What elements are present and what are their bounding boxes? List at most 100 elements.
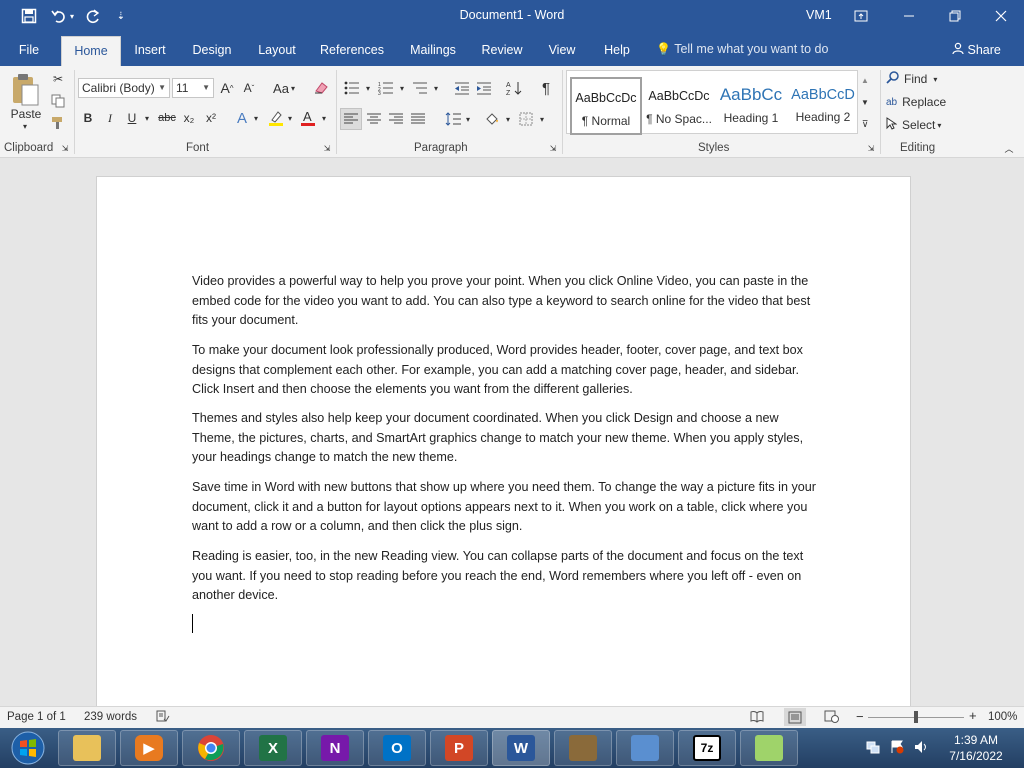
borders-icon[interactable] bbox=[516, 108, 536, 130]
sort-icon[interactable]: AZ bbox=[504, 78, 524, 98]
chevron-down-icon[interactable]: ▾ bbox=[398, 78, 406, 98]
zoom-slider-thumb[interactable] bbox=[914, 711, 918, 723]
print-layout-icon[interactable] bbox=[784, 708, 806, 726]
style-no-spacing[interactable]: AaBbCcDc ¶ No Spac... bbox=[643, 77, 715, 135]
tab-mailings[interactable]: Mailings bbox=[404, 36, 462, 66]
page-count[interactable]: Page 1 of 1 bbox=[7, 711, 66, 723]
paste-icon[interactable] bbox=[8, 72, 42, 108]
zoom-in-icon[interactable]: + bbox=[969, 708, 977, 723]
network-icon[interactable] bbox=[866, 740, 880, 757]
word-count[interactable]: 239 words bbox=[84, 711, 137, 723]
align-right-icon[interactable] bbox=[386, 108, 406, 130]
align-center-icon[interactable] bbox=[364, 108, 384, 130]
chevron-down-icon[interactable]: ▾ bbox=[432, 78, 440, 98]
minimize-icon[interactable] bbox=[886, 0, 932, 32]
tab-view[interactable]: View bbox=[542, 36, 582, 66]
align-left-icon[interactable] bbox=[340, 108, 362, 130]
chevron-down-icon[interactable]: ▾ bbox=[252, 108, 260, 128]
chevron-down-icon[interactable]: ▾ bbox=[364, 78, 372, 98]
change-case-button[interactable]: Aa ▾ bbox=[268, 78, 300, 98]
paragraph[interactable]: Themes and styles also help keep your do… bbox=[192, 409, 822, 468]
font-launcher-icon[interactable]: ⇲ bbox=[322, 142, 332, 154]
line-spacing-icon[interactable] bbox=[442, 108, 464, 130]
format-painter-icon[interactable] bbox=[50, 114, 66, 132]
subscript-button[interactable]: x₂ bbox=[180, 108, 198, 128]
tab-references[interactable]: References bbox=[318, 36, 386, 66]
web-layout-icon[interactable] bbox=[824, 710, 839, 726]
strikethrough-button[interactable]: abc bbox=[156, 108, 178, 128]
chevron-down-icon[interactable]: ▾ bbox=[286, 108, 294, 128]
font-size-combo[interactable]: 11 ▼ bbox=[172, 78, 214, 98]
show-formatting-icon[interactable]: ¶ bbox=[536, 78, 556, 98]
document-page[interactable]: Video provides a powerful way to help yo… bbox=[96, 176, 911, 716]
numbering-icon[interactable]: 123 bbox=[376, 78, 396, 98]
taskbar-toolbox[interactable] bbox=[554, 730, 612, 766]
chevron-down-icon[interactable]: ▾ bbox=[504, 108, 512, 130]
justify-icon[interactable] bbox=[408, 108, 428, 130]
shading-icon[interactable] bbox=[482, 108, 502, 130]
restore-icon[interactable] bbox=[932, 0, 978, 32]
share-button[interactable]: Share bbox=[952, 42, 1001, 57]
taskbar-powerpoint[interactable]: P bbox=[430, 730, 488, 766]
tab-home[interactable]: Home bbox=[61, 36, 121, 66]
copy-icon[interactable] bbox=[50, 92, 66, 110]
paragraph-launcher-icon[interactable]: ⇲ bbox=[548, 142, 558, 154]
font-name-combo[interactable]: Calibri (Body) ▼ bbox=[78, 78, 170, 98]
chevron-down-icon[interactable]: ▾ bbox=[464, 108, 472, 130]
highlight-icon[interactable] bbox=[266, 108, 286, 128]
taskbar-word[interactable]: W bbox=[492, 730, 550, 766]
close-icon[interactable] bbox=[978, 0, 1024, 32]
tab-review[interactable]: Review bbox=[478, 36, 526, 66]
multilevel-list-icon[interactable] bbox=[410, 78, 430, 98]
italic-button[interactable]: I bbox=[102, 108, 118, 128]
tell-me-search[interactable]: 💡 Tell me what you want to do bbox=[656, 42, 828, 56]
paragraph[interactable]: Save time in Word with new buttons that … bbox=[192, 478, 822, 537]
tab-file[interactable]: File bbox=[6, 36, 52, 66]
volume-icon[interactable] bbox=[914, 740, 928, 757]
underline-button[interactable]: U bbox=[124, 108, 140, 128]
styles-launcher-icon[interactable]: ⇲ bbox=[866, 142, 876, 154]
save-icon[interactable] bbox=[16, 4, 42, 28]
customize-qat-icon[interactable]: ⇣ bbox=[108, 4, 134, 28]
taskbar-notepad[interactable] bbox=[740, 730, 798, 766]
taskbar-file-explorer[interactable] bbox=[58, 730, 116, 766]
taskbar-outlook[interactable]: O bbox=[368, 730, 426, 766]
read-mode-icon[interactable] bbox=[750, 710, 764, 726]
proofing-icon[interactable] bbox=[156, 710, 170, 726]
paragraph[interactable]: To make your document look professionall… bbox=[192, 341, 822, 400]
text-effects-icon[interactable]: A bbox=[232, 108, 252, 128]
grow-font-icon[interactable]: A ^ bbox=[218, 78, 236, 98]
bullets-icon[interactable] bbox=[342, 78, 362, 98]
collapse-ribbon-icon[interactable]: ︿ bbox=[1002, 142, 1016, 154]
shrink-font-icon[interactable]: Aˇ bbox=[240, 78, 258, 98]
gallery-up-icon[interactable]: ▲ bbox=[858, 70, 872, 90]
paste-dropdown-icon[interactable]: ▾ bbox=[18, 120, 32, 132]
gallery-down-icon[interactable]: ▼ bbox=[858, 92, 872, 112]
underline-dropdown-icon[interactable]: ▾ bbox=[142, 108, 152, 128]
redo-icon[interactable] bbox=[80, 4, 106, 28]
replace-button[interactable]: ab Replace bbox=[886, 93, 956, 111]
style-normal[interactable]: AaBbCcDc ¶ Normal bbox=[570, 77, 642, 135]
superscript-button[interactable]: x² bbox=[202, 108, 220, 128]
select-button[interactable]: Select ▾ bbox=[886, 116, 956, 134]
start-button[interactable] bbox=[0, 730, 56, 766]
ribbon-display-icon[interactable] bbox=[838, 0, 884, 32]
taskbar-onenote[interactable]: N bbox=[306, 730, 364, 766]
undo-dropdown-icon[interactable]: ▾ bbox=[66, 4, 78, 28]
tab-help[interactable]: Help bbox=[598, 36, 636, 66]
clipboard-launcher-icon[interactable]: ⇲ bbox=[60, 142, 70, 154]
paragraph[interactable]: Video provides a powerful way to help yo… bbox=[192, 272, 822, 331]
taskbar-chrome[interactable] bbox=[182, 730, 240, 766]
taskbar-media-player[interactable]: ▶ bbox=[120, 730, 178, 766]
tab-insert[interactable]: Insert bbox=[128, 36, 172, 66]
style-heading-1[interactable]: AaBbCc Heading 1 bbox=[715, 77, 787, 135]
chevron-down-icon[interactable]: ▾ bbox=[320, 108, 328, 128]
clear-formatting-icon[interactable] bbox=[312, 78, 330, 98]
increase-indent-icon[interactable] bbox=[474, 78, 494, 98]
system-clock[interactable]: 1:39 AM 7/16/2022 bbox=[936, 732, 1016, 764]
paragraph[interactable]: Reading is easier, too, in the new Readi… bbox=[192, 547, 822, 606]
style-heading-2[interactable]: AaBbCcD Heading 2 bbox=[787, 77, 859, 135]
font-color-icon[interactable]: A bbox=[298, 108, 318, 128]
tab-design[interactable]: Design bbox=[186, 36, 238, 66]
action-center-icon[interactable] bbox=[890, 740, 904, 757]
